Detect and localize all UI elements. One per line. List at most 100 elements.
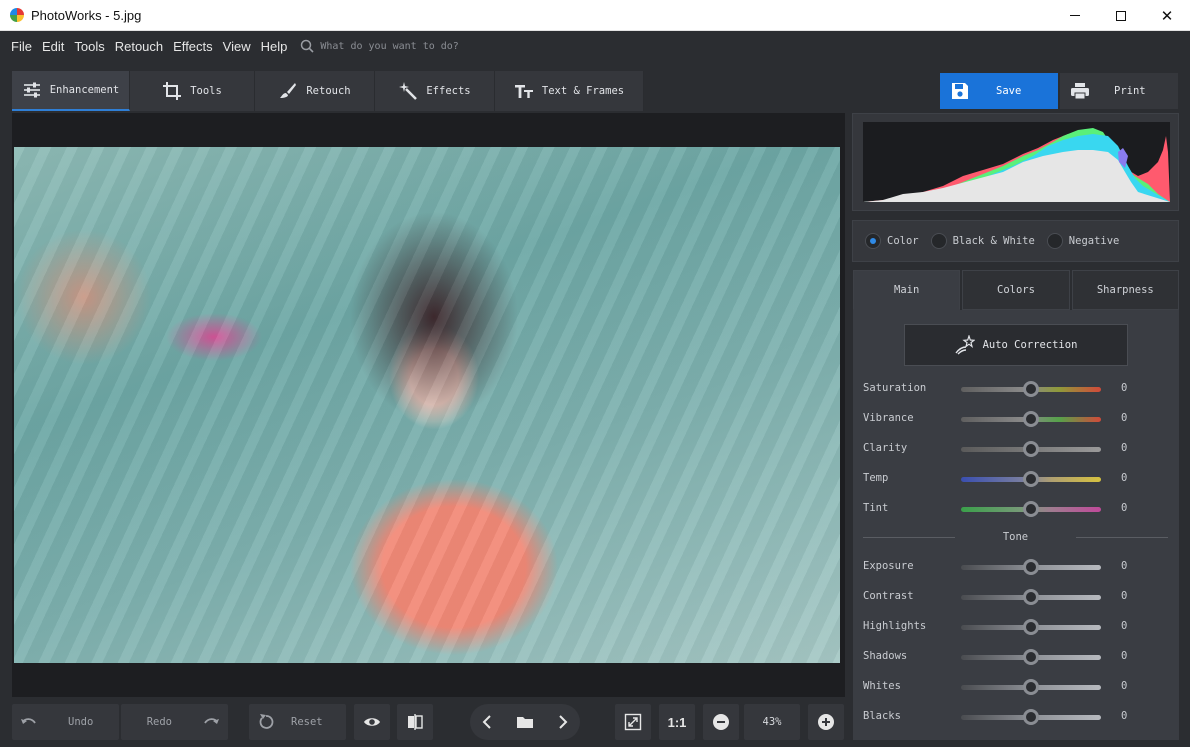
- maximize-button[interactable]: [1098, 0, 1144, 31]
- tab-label: Enhancement: [49, 84, 120, 96]
- compare-button[interactable]: [397, 704, 433, 740]
- undo-button[interactable]: Undo: [12, 704, 119, 740]
- adjustment-tabs: Main Colors Sharpness: [853, 270, 1179, 310]
- search-input[interactable]: [320, 40, 521, 52]
- color-mode-color[interactable]: Color: [865, 233, 919, 249]
- menu-search: [300, 39, 521, 53]
- radio-label: Color: [887, 235, 919, 247]
- zoom-level[interactable]: 43%: [744, 704, 800, 740]
- slider-whites: Whites 0: [853, 677, 1179, 697]
- menu-view[interactable]: View: [218, 39, 256, 54]
- histogram-panel: [852, 113, 1179, 211]
- menu-bar: File Edit Tools Retouch Effects View Hel…: [0, 31, 1190, 61]
- slider-value: 0: [1121, 472, 1128, 484]
- slider-knob[interactable]: [1023, 649, 1039, 665]
- color-mode-negative[interactable]: Negative: [1046, 233, 1119, 249]
- chevron-right-icon[interactable]: [553, 713, 571, 731]
- save-icon: [952, 83, 968, 99]
- text-icon: [514, 85, 533, 98]
- slider-knob[interactable]: [1023, 559, 1039, 575]
- slider-label: Clarity: [863, 442, 908, 454]
- tab-label: Effects: [426, 85, 471, 97]
- tab-enhancement[interactable]: Enhancement: [12, 71, 130, 111]
- adjustments-panel: Auto Correction Saturation 0 Vibrance 0 …: [853, 310, 1179, 740]
- slider-value: 0: [1121, 650, 1128, 662]
- crop-icon: [163, 82, 182, 100]
- auto-correction-button[interactable]: Auto Correction: [904, 324, 1128, 366]
- fit-to-screen-button[interactable]: [615, 704, 651, 740]
- radio-dot: [1046, 233, 1063, 249]
- tab-main[interactable]: Main: [853, 270, 961, 310]
- undo-icon: [21, 718, 36, 724]
- brush-icon: [280, 83, 297, 98]
- slider-knob[interactable]: [1023, 441, 1039, 457]
- color-mode-black-white[interactable]: Black & White: [930, 233, 1035, 249]
- undo-label: Undo: [68, 716, 94, 728]
- slider-knob[interactable]: [1023, 619, 1039, 635]
- zoom-in-button[interactable]: [808, 704, 844, 740]
- slider-knob[interactable]: [1023, 471, 1039, 487]
- menu-effects[interactable]: Effects: [168, 39, 218, 54]
- redo-button[interactable]: Redo: [121, 704, 228, 740]
- tone-section-header: Tone: [863, 531, 1168, 545]
- slider-label: Tint: [863, 502, 889, 514]
- menu-tools[interactable]: Tools: [69, 39, 109, 54]
- slider-label: Contrast: [863, 590, 914, 602]
- slider-knob[interactable]: [1023, 501, 1039, 517]
- fit-screen-icon: [624, 713, 642, 731]
- zoom-in-icon: [818, 714, 834, 730]
- radio-dot: [865, 233, 881, 249]
- slider-knob[interactable]: [1023, 679, 1039, 695]
- slider-label: Vibrance: [863, 412, 914, 424]
- tab-text-frames[interactable]: Text & Frames: [495, 71, 644, 111]
- reset-button[interactable]: Reset: [249, 704, 346, 740]
- save-button[interactable]: Save: [940, 73, 1058, 109]
- image-canvas[interactable]: [12, 113, 845, 697]
- slider-value: 0: [1121, 560, 1128, 572]
- preview-original-button[interactable]: [354, 704, 390, 740]
- menu-retouch[interactable]: Retouch: [110, 39, 168, 54]
- actual-size-button[interactable]: 1:1: [659, 704, 695, 740]
- slider-knob[interactable]: [1023, 589, 1039, 605]
- histogram: [863, 122, 1170, 202]
- print-button[interactable]: Print: [1060, 73, 1178, 109]
- chevron-left-icon[interactable]: [479, 713, 497, 731]
- title-bar: PhotoWorks - 5.jpg ✕: [0, 0, 1190, 31]
- slider-label: Exposure: [863, 560, 914, 572]
- folder-icon[interactable]: [516, 713, 534, 731]
- slider-value: 0: [1121, 710, 1128, 722]
- auto-correction-label: Auto Correction: [982, 339, 1078, 351]
- compare-icon: [408, 714, 423, 730]
- slider-value: 0: [1121, 680, 1128, 692]
- tab-retouch[interactable]: Retouch: [255, 71, 375, 111]
- tab-label: Tools: [190, 85, 222, 97]
- slider-knob[interactable]: [1023, 411, 1039, 427]
- tab-tools[interactable]: Tools: [130, 71, 255, 111]
- search-icon: [301, 39, 314, 53]
- close-button[interactable]: ✕: [1144, 0, 1190, 31]
- menu-file[interactable]: File: [6, 39, 37, 54]
- print-label: Print: [1114, 85, 1146, 97]
- zoom-out-button[interactable]: [703, 704, 739, 740]
- radio-dot: [930, 233, 947, 249]
- slider-knob[interactable]: [1023, 381, 1039, 397]
- slider-value: 0: [1121, 502, 1128, 514]
- tab-effects[interactable]: Effects: [375, 71, 495, 111]
- slider-highlights: Highlights 0: [853, 617, 1179, 637]
- slider-value: 0: [1121, 412, 1128, 424]
- tab-colors[interactable]: Colors: [962, 270, 1070, 310]
- tab-label: Retouch: [306, 85, 351, 97]
- slider-label: Blacks: [863, 710, 901, 722]
- eye-icon: [364, 718, 380, 726]
- slider-shadows: Shadows 0: [853, 647, 1179, 667]
- magic-wand-icon: [399, 82, 418, 100]
- slider-contrast: Contrast 0: [853, 587, 1179, 607]
- slider-knob[interactable]: [1023, 709, 1039, 725]
- tab-sharpness[interactable]: Sharpness: [1071, 270, 1179, 310]
- menu-edit[interactable]: Edit: [37, 39, 69, 54]
- menu-help[interactable]: Help: [256, 39, 293, 54]
- minimize-button[interactable]: [1052, 0, 1098, 31]
- slider-vibrance: Vibrance 0: [853, 409, 1179, 429]
- main-tabs: Enhancement Tools Retouch Effects Text &…: [12, 71, 644, 111]
- slider-label: Saturation: [863, 382, 927, 394]
